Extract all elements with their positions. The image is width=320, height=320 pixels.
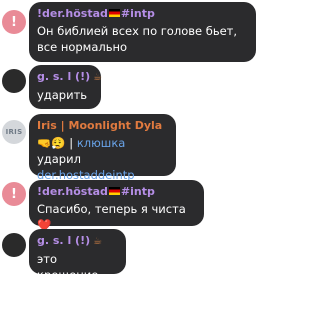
message-text: это крещение	[37, 252, 99, 282]
avatar-text: IRIS	[5, 128, 23, 136]
message-bubble: g. s. l (!) ☕ ударить	[29, 65, 102, 109]
chat-thread: ! !der.höstad #intp Он библией всех по го…	[0, 0, 262, 320]
message-bubble: !der.höstad #intp Он библией всех по голо…	[29, 2, 256, 62]
avatar[interactable]: !	[2, 10, 26, 34]
author-name[interactable]: g. s. l (!) ☕	[37, 70, 102, 85]
message-bubble: Iris | Moonlight Dyla 🤜😮‍💨 | клюшка удар…	[29, 114, 176, 182]
message-bubble: !der.höstad #intp Спасибо, теперь я чиста…	[29, 180, 204, 232]
avatar[interactable]	[2, 69, 26, 93]
avatar[interactable]: !	[2, 182, 26, 206]
author-name[interactable]: g. s. l (!) ☕	[37, 234, 117, 249]
emoji: 🤜😮‍💨	[37, 136, 66, 150]
message-text: 🤜😮‍💨 | клюшка ударил der.hostaddeintp	[37, 136, 135, 182]
coffee-icon: ☕	[93, 236, 103, 247]
author-name[interactable]: !der.höstad #intp	[37, 7, 247, 21]
message-bubble: g. s. l (!) ☕ это крещение	[29, 229, 126, 282]
coffee-icon: ☕	[93, 72, 103, 83]
avatar[interactable]	[2, 233, 26, 257]
avatar-glyph: !	[11, 186, 17, 202]
author-name[interactable]: !der.höstad #intp	[37, 185, 195, 199]
germany-flag-icon	[108, 9, 120, 17]
avatar-glyph: !	[11, 14, 17, 30]
mention-link[interactable]: клюшка	[77, 136, 126, 150]
author-name[interactable]: Iris | Moonlight Dyla	[37, 119, 167, 133]
avatar[interactable]: IRIS	[2, 120, 26, 144]
germany-flag-icon	[108, 187, 120, 195]
message-text: Он библией всех по голове бьет, все норм…	[37, 24, 238, 54]
message-text: ударить	[37, 88, 88, 102]
